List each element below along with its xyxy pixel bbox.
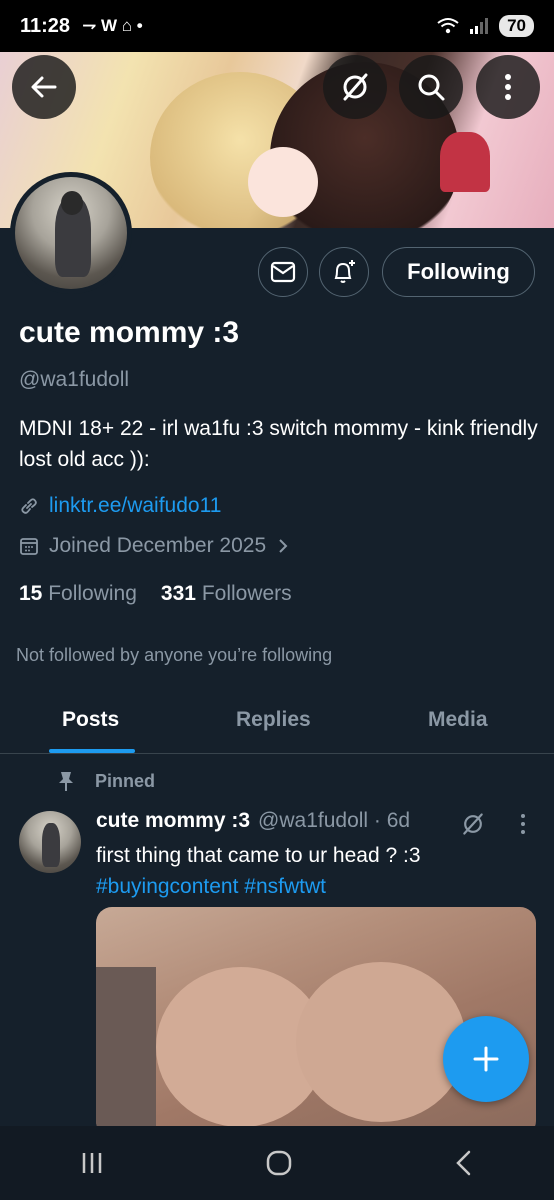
- more-options-button[interactable]: [476, 55, 540, 119]
- grok-button[interactable]: [323, 55, 387, 119]
- more-vertical-icon: [505, 74, 511, 100]
- search-button[interactable]: [399, 55, 463, 119]
- post-more-icon[interactable]: [518, 812, 528, 836]
- profile-link[interactable]: linktr.ee/waifudo11: [19, 494, 221, 518]
- battery-indicator: 70: [499, 15, 534, 37]
- avatar-image: [15, 177, 127, 289]
- following-count: 15: [19, 582, 43, 605]
- grok-icon[interactable]: [460, 811, 486, 837]
- pinned-indicator: Pinned: [57, 770, 155, 792]
- grok-icon: [343, 73, 368, 101]
- follow-counts: 15 Following 331 Followers: [19, 582, 292, 606]
- profile-tabs: Posts Replies Media: [0, 692, 554, 754]
- notification-icons: ⇁ W ⌂ •: [82, 16, 143, 35]
- pin-icon: [59, 772, 73, 791]
- back-button[interactable]: [12, 55, 76, 119]
- profile-link-text[interactable]: linktr.ee/waifudo11: [49, 494, 221, 518]
- following-button[interactable]: Following: [382, 247, 535, 297]
- wifi-icon: [437, 18, 459, 34]
- joined-text: Joined December 2025: [49, 534, 267, 557]
- recent-apps-icon[interactable]: [79, 1150, 105, 1176]
- mail-icon: [270, 261, 296, 283]
- profile-display-name: cute mommy :3: [19, 316, 240, 349]
- compose-post-button[interactable]: [443, 1016, 529, 1102]
- post-avatar[interactable]: [19, 811, 81, 873]
- back-nav-icon[interactable]: [453, 1149, 475, 1177]
- joined-info[interactable]: Joined December 2025: [19, 534, 290, 558]
- signal-icon: [470, 18, 489, 34]
- home-icon[interactable]: [264, 1148, 294, 1178]
- followers-count: 331: [160, 582, 196, 605]
- profile-avatar[interactable]: [10, 172, 132, 294]
- profile-bio: MDNI 18+ 22 - irl wa1fu :3 switch mommy …: [19, 417, 538, 471]
- system-navigation-bar: [0, 1126, 554, 1200]
- tab-media[interactable]: Media: [428, 708, 488, 732]
- pinned-label: Pinned: [95, 770, 156, 791]
- profile-handle: @wa1fudoll: [19, 368, 130, 391]
- active-tab-indicator: [49, 749, 135, 753]
- following-label: Following: [48, 582, 137, 605]
- post-text: first thing that came to ur head ? :3 #b…: [96, 840, 516, 902]
- calendar-icon: [20, 538, 38, 555]
- followers-label: Followers: [201, 582, 292, 605]
- notifications-button[interactable]: [319, 247, 369, 297]
- message-button[interactable]: [258, 247, 308, 297]
- tab-posts[interactable]: Posts: [62, 708, 119, 732]
- plus-icon: [473, 1046, 499, 1072]
- post-body: first thing that came to ur head ? :3: [96, 844, 421, 867]
- status-bar: 11:28 ⇁ W ⌂ • 70: [0, 0, 554, 52]
- search-icon: [418, 74, 445, 101]
- post-hashtags[interactable]: #buyingcontent #nsfwtwt: [96, 871, 516, 902]
- link-icon: [21, 498, 37, 514]
- followers-count-link[interactable]: 331 Followers: [161, 582, 292, 606]
- status-time: 11:28: [20, 14, 71, 37]
- following-count-link[interactable]: 15 Following: [19, 582, 137, 606]
- tab-replies[interactable]: Replies: [236, 708, 311, 732]
- not-followed-notice: Not followed by anyone you’re following: [16, 645, 333, 665]
- back-arrow-icon: [31, 76, 57, 98]
- chevron-right-icon: [279, 539, 288, 553]
- post-header: cute mommy :3 @wa1fudoll · 6d: [96, 809, 410, 833]
- post-author-name[interactable]: cute mommy :3: [96, 809, 250, 833]
- bell-plus-icon: [334, 260, 355, 283]
- post-meta[interactable]: @wa1fudoll · 6d: [258, 809, 410, 833]
